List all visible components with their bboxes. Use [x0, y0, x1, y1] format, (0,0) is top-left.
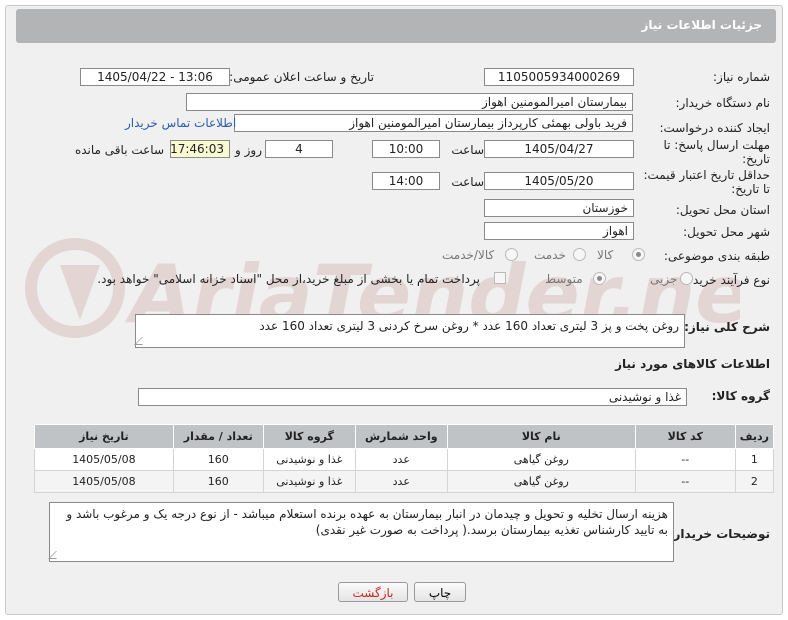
description-label: شرح کلی نیاز:: [684, 320, 770, 334]
goods-group-field: غذا و نوشیدنی: [138, 388, 687, 406]
col-code: کد کالا: [634, 424, 736, 449]
announce-label: تاریخ و ساعت اعلان عمومی:: [229, 70, 374, 84]
price-time-field: 14:00: [372, 172, 440, 190]
category-radio-goods-service[interactable]: [505, 248, 518, 261]
cell-date: 1405/05/08: [34, 448, 174, 471]
col-qty: تعداد / مقدار: [172, 424, 264, 449]
reply-deadline-label: مهلت ارسال پاسخ: تا: [663, 138, 770, 152]
reply-time-label: ساعت: [451, 143, 484, 157]
buyer-notes-text: هزینه ارسال تخلیه و تحویل و چیدمان در ان…: [66, 507, 668, 537]
cell-unit: عدد: [354, 448, 448, 471]
cell-code: --: [634, 470, 736, 493]
reply-time-field: 10:00: [372, 140, 440, 158]
days-label: روز و: [235, 143, 262, 157]
process-label: نوع فرآیند خرید :: [685, 273, 770, 287]
treasury-text: پرداخت تمام یا بخشی از مبلغ خرید،از محل …: [97, 272, 480, 286]
description-text: روغن پخت و پز 3 لیتری تعداد 160 عدد * رو…: [259, 319, 679, 333]
process-option-minor: جزیی: [650, 272, 678, 286]
process-radio-minor[interactable]: [680, 272, 693, 285]
col-name: نام کالا: [446, 424, 636, 449]
page-title: جزئیات اطلاعات نیاز: [641, 18, 762, 32]
process-option-medium: متوسط: [545, 272, 583, 286]
reply-date-field: 1405/04/27: [484, 140, 634, 158]
city-label: شهر محل تحویل:: [683, 225, 770, 239]
remaining-label: ساعت باقی مانده: [74, 143, 164, 157]
col-date: تاریخ نیاز: [34, 424, 174, 449]
col-group: گروه کالا: [262, 424, 356, 449]
reply-days-field: 4: [265, 140, 333, 158]
cell-date: 1405/05/08: [34, 470, 174, 493]
need-number-field: 1105005934000269: [484, 68, 634, 86]
requester-label: ایجاد کننده درخواست:: [659, 121, 770, 135]
resize-grip-icon[interactable]: [134, 337, 150, 345]
category-radio-service[interactable]: [573, 248, 586, 261]
buyer-notes-textarea[interactable]: هزینه ارسال تخلیه و تحویل و چیدمان در ان…: [48, 502, 674, 562]
remaining-time-field: 17:46:03: [170, 140, 230, 158]
goods-table-header: ردیف کد کالا نام کالا واحد شمارش گروه کا…: [34, 424, 775, 449]
treasury-checkbox[interactable]: [494, 272, 506, 284]
cell-row: 2: [734, 470, 775, 493]
category-option-goods: کالا: [597, 248, 614, 262]
buyer-contact-link[interactable]: اطلاعات تماس خریدار: [125, 116, 236, 130]
cell-name: روغن گیاهی: [446, 448, 636, 471]
city-field: اهواز: [484, 222, 634, 240]
price-validity-label: حداقل تاریخ اعتبار قیمت:: [643, 168, 770, 182]
buyer-org-field: بیمارستان امیرالمومنین اهواز: [186, 93, 633, 111]
price-validity-label-2: تا تاریخ:: [731, 182, 770, 196]
page-header: جزئیات اطلاعات نیاز: [16, 9, 776, 43]
col-unit: واحد شمارش: [354, 424, 448, 449]
cell-name: روغن گیاهی: [446, 470, 636, 493]
col-row: ردیف: [734, 424, 775, 449]
province-field: خوزستان: [484, 199, 634, 217]
price-time-label: ساعت: [451, 175, 484, 189]
category-option-service: خدمت: [534, 248, 566, 262]
cell-row: 1: [734, 448, 775, 471]
cell-unit: عدد: [354, 470, 448, 493]
need-number-label: شماره نیاز:: [713, 70, 770, 84]
table-row: 2 -- روغن گیاهی عدد غذا و نوشیدنی 160 14…: [34, 470, 775, 493]
goods-section-title: اطلاعات کالاهای مورد نیاز: [615, 357, 770, 371]
cell-qty: 160: [172, 470, 264, 493]
announce-datetime-field: 1405/04/22 - 13:06: [80, 68, 230, 86]
cell-group: غذا و نوشیدنی: [262, 470, 356, 493]
category-label: طبقه بندی موضوعی:: [663, 249, 770, 263]
buyer-org-label: نام دستگاه خریدار:: [675, 96, 771, 110]
back-button[interactable]: بازگشت: [338, 582, 408, 602]
resize-grip-icon[interactable]: [48, 551, 64, 559]
category-radio-goods[interactable]: [632, 248, 645, 261]
reply-deadline-label-2: تاریخ:: [742, 152, 770, 166]
table-row: 1 -- روغن گیاهی عدد غذا و نوشیدنی 160 14…: [34, 448, 775, 471]
category-option-goods-service: کالا/خدمت: [442, 248, 495, 262]
buyer-notes-label: توضیحات خریدار:: [668, 527, 770, 541]
price-date-field: 1405/05/20: [484, 172, 634, 190]
cell-group: غذا و نوشیدنی: [262, 448, 356, 471]
description-textarea[interactable]: روغن پخت و پز 3 لیتری تعداد 160 عدد * رو…: [134, 314, 685, 348]
cell-code: --: [634, 448, 736, 471]
goods-group-label: گروه کالا:: [711, 389, 770, 403]
process-radio-medium[interactable]: [593, 272, 606, 285]
goods-table: ردیف کد کالا نام کالا واحد شمارش گروه کا…: [34, 424, 775, 493]
cell-qty: 160: [172, 448, 264, 471]
requester-field: فرید باولی بهمئی کارپرداز بیمارستان امیر…: [234, 114, 633, 132]
print-button[interactable]: چاپ: [414, 582, 466, 602]
province-label: استان محل تحویل:: [675, 203, 770, 217]
